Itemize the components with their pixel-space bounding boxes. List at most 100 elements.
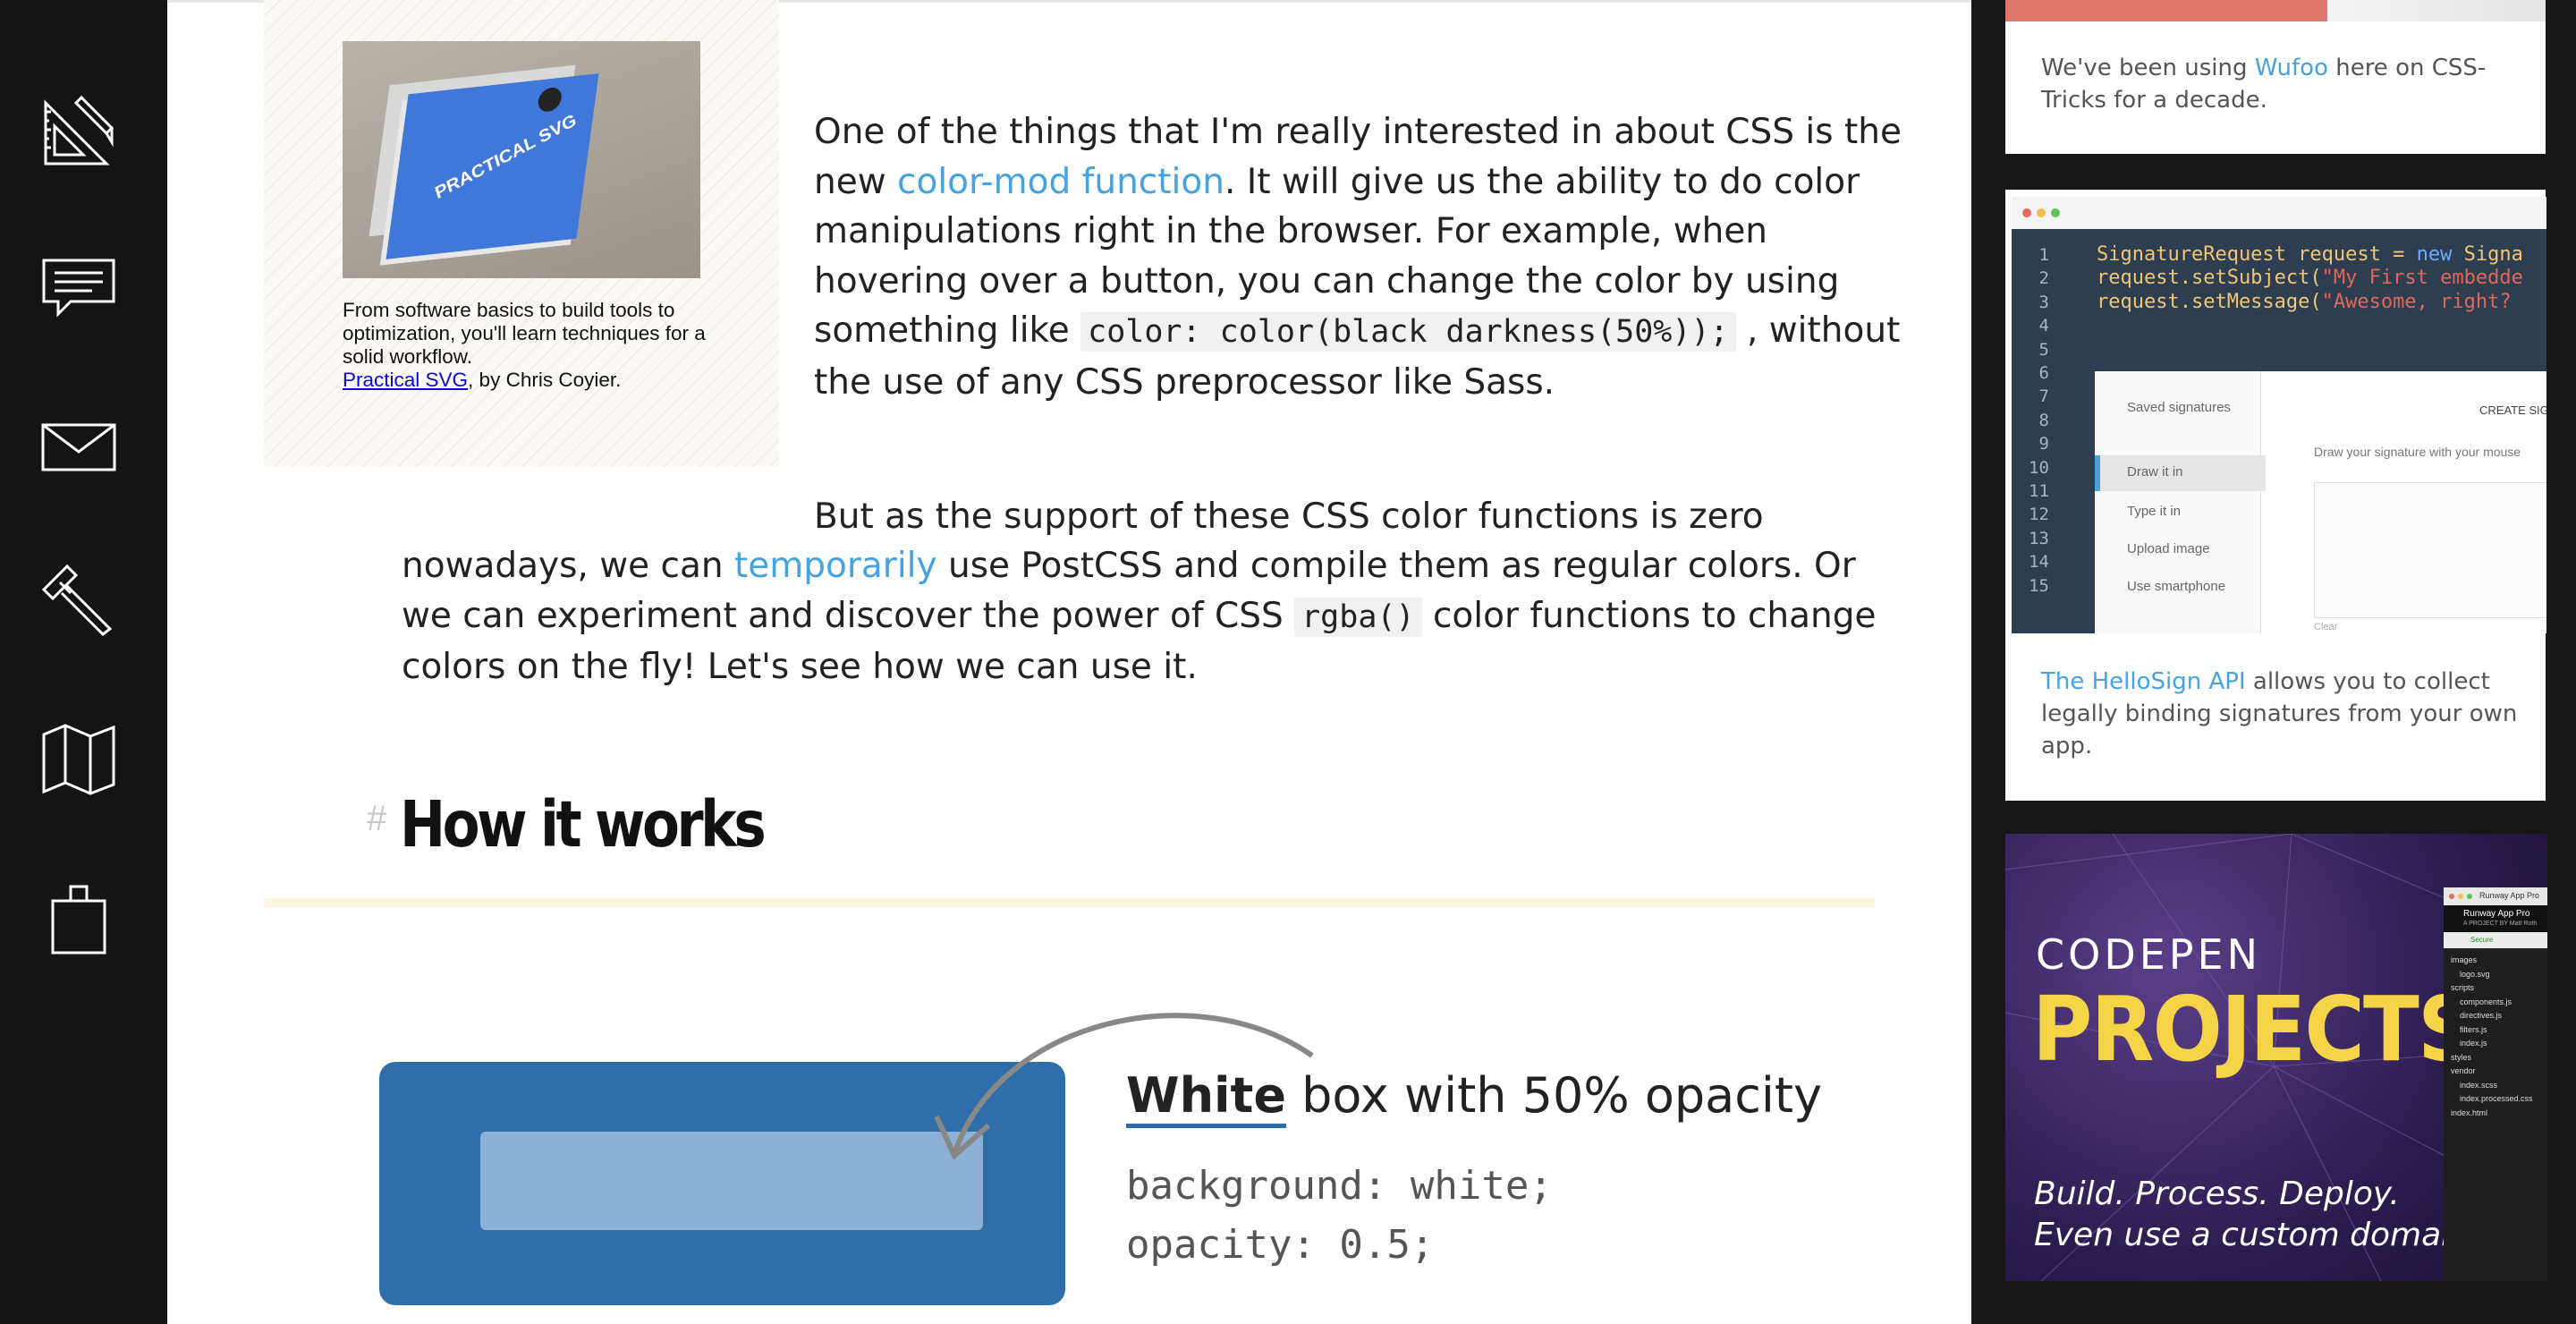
code-line-number: 13 <box>2029 528 2049 548</box>
project-file-item[interactable]: vendor <box>2451 1066 2476 1075</box>
ui-heading: CREATE SIG <box>2479 403 2546 417</box>
ui-item-saved: Saved signatures <box>2127 400 2231 415</box>
paragraph-support-line1: But as the support of these CSS color fu… <box>814 496 1764 537</box>
code-line-number: 3 <box>2038 292 2049 312</box>
minimize-dot-icon <box>2037 208 2046 217</box>
project-file-item[interactable]: filters.js <box>2460 1025 2487 1034</box>
project-file-item[interactable]: styles <box>2451 1053 2471 1062</box>
book-cover-title: PRACTICAL SVG <box>433 110 579 204</box>
codepen-tagline-2: Even use a custom domain. <box>2034 1217 2481 1253</box>
envelope-icon <box>41 423 115 471</box>
article-column: PRACTICAL SVG From software basics to bu… <box>167 0 1971 1324</box>
temporarily-link[interactable]: temporarily <box>734 546 937 586</box>
hellosign-api-link[interactable]: The HelloSign API <box>2041 668 2246 695</box>
panel-titlebar: Runway App Pro <box>2444 887 2547 905</box>
code-line-number: 1 <box>2038 245 2049 265</box>
project-file-item[interactable]: images <box>2451 955 2477 964</box>
code-line-number: 8 <box>2038 410 2049 430</box>
site-nav <box>0 0 167 1324</box>
panel-header-title: Runway App Pro <box>2463 909 2530 919</box>
figure-code-line2: opacity: 0.5; <box>1126 1222 1435 1268</box>
code-line-number: 11 <box>2029 481 2049 501</box>
code-line-number: 5 <box>2038 339 2049 360</box>
code-line-number: 10 <box>2029 457 2049 478</box>
practical-svg-link[interactable]: Practical SVG <box>343 369 468 391</box>
ruler-pencil-icon <box>44 95 114 165</box>
guides-nav-button[interactable] <box>36 716 121 801</box>
map-icon <box>42 723 114 795</box>
code-line-number: 6 <box>2038 363 2049 383</box>
ui-item-smartphone: Use smartphone <box>2127 579 2226 594</box>
project-file-item[interactable]: index.processed.css <box>2460 1094 2533 1103</box>
inline-code-color: color: color(black darkness(50%)); <box>1080 312 1736 352</box>
code-line-number: 12 <box>2029 505 2049 525</box>
tools-nav-button[interactable] <box>36 555 121 640</box>
forums-nav-button[interactable] <box>36 243 121 328</box>
section-heading: How it works <box>400 787 767 861</box>
ui-clear: Clear <box>2314 622 2338 632</box>
wufoo-ad-text: We've been using Wufoo here on CSS-Trick… <box>2041 55 2487 114</box>
maximize-dot-icon <box>2051 208 2060 217</box>
code-line-number: 4 <box>2038 316 2049 336</box>
section-divider <box>264 898 1875 907</box>
code-editor: 1 SignatureRequest request = new Signa 2 re… <box>2012 229 2546 633</box>
hammer-icon <box>41 564 112 636</box>
signature-ui-menu: Saved signatures Draw it in Type it in U… <box>2095 371 2266 633</box>
code-line-number: 15 <box>2029 575 2049 596</box>
book-ad-caption: From software basics to build tools to o… <box>343 299 706 391</box>
ui-item-upload: Upload image <box>2127 541 2210 556</box>
newsletter-nav-button[interactable] <box>36 403 121 488</box>
code-line: SignatureRequest request = new Signa <box>2097 243 2523 266</box>
panel-urlbar: Secure <box>2444 932 2547 948</box>
window-titlebar <box>2012 197 2546 229</box>
wufoo-link[interactable]: Wufoo <box>2255 55 2328 81</box>
code-line-number: 14 <box>2029 552 2049 573</box>
hellosign-ad-text: The HelloSign API allows you to collect … <box>2041 668 2518 760</box>
articles-nav-button[interactable] <box>36 88 121 173</box>
codepen-brand: CODEPEN <box>2036 930 2262 979</box>
figure-code-line1: background: white; <box>1126 1163 1553 1209</box>
figure-label: White box with 50% opacity <box>1126 1067 1822 1128</box>
panel-secure: Secure <box>2470 936 2494 944</box>
ui-item-draw: Draw it in <box>2127 464 2183 480</box>
code-line: request.setSubject("My First embedde <box>2097 267 2523 290</box>
project-file-item[interactable]: index.html <box>2451 1108 2487 1117</box>
signature-ui-panel: Saved signatures Draw it in Type it in U… <box>2095 371 2546 633</box>
project-file-item[interactable]: directives.js <box>2460 1011 2502 1020</box>
code-line-number: 9 <box>2038 434 2049 454</box>
close-dot-icon <box>2022 208 2031 217</box>
paragraph-color-mod: One of the things that I'm really intere… <box>814 112 1902 403</box>
project-file-item[interactable]: logo.svg <box>2460 970 2490 979</box>
wufoo-image-strip <box>2327 0 2546 21</box>
codepen-title: PROJECTS <box>2032 977 2477 1082</box>
code-line: request.setMessage("Awesome, right? <box>2097 290 2512 313</box>
panel-header: Runway App Pro A PROJECT BY Matt Roth <box>2444 905 2547 932</box>
sidebar: We've been using Wufoo here on CSS-Trick… <box>1971 0 2576 1324</box>
project-file-item[interactable]: index.scss <box>2460 1081 2497 1090</box>
code-line-number: 7 <box>2038 386 2049 407</box>
store-nav-button[interactable] <box>36 875 121 960</box>
hellosign-screenshot: 1 SignatureRequest request = new Signa 2 re… <box>2012 197 2546 633</box>
wufoo-ad[interactable]: We've been using Wufoo here on CSS-Trick… <box>2005 0 2546 154</box>
ui-item-type: Type it in <box>2127 504 2182 519</box>
wufoo-color-bar <box>2005 0 2327 21</box>
heading-anchor-link[interactable]: # <box>367 799 386 839</box>
panel-header-sub: A PROJECT BY Matt Roth <box>2463 921 2538 927</box>
project-file-item[interactable]: scripts <box>2451 983 2474 992</box>
color-mod-function-link[interactable]: color-mod function <box>897 162 1224 202</box>
codepen-tagline-1: Build. Process. Deploy. <box>2034 1175 2400 1212</box>
ui-hint: Draw your signature with your mouse <box>2314 445 2521 459</box>
hellosign-ad[interactable]: 1 SignatureRequest request = new Signa 2 re… <box>2005 190 2546 801</box>
project-file-item[interactable]: index.js <box>2460 1039 2487 1048</box>
chat-bubble-icon <box>42 259 114 318</box>
code-line-number: 2 <box>2038 268 2049 289</box>
inline-code-rgba: rgba() <box>1294 597 1422 637</box>
codepen-project-panel: Runway App Pro Runway App Pro A PROJECT … <box>2444 887 2547 1281</box>
panel-title: Runway App Pro <box>2479 891 2540 900</box>
codepen-projects-ad[interactable]: CODEPEN PROJECTS Build. Process. Deploy.… <box>2005 834 2547 1281</box>
paragraph-support: nowadays, we can temporarily use PostCSS… <box>402 546 1877 687</box>
signature-canvas <box>2314 482 2546 618</box>
project-file-item[interactable]: components.js <box>2460 997 2512 1006</box>
book-ad[interactable]: PRACTICAL SVG From software basics to bu… <box>264 0 779 467</box>
shopping-bag-icon <box>51 885 106 954</box>
